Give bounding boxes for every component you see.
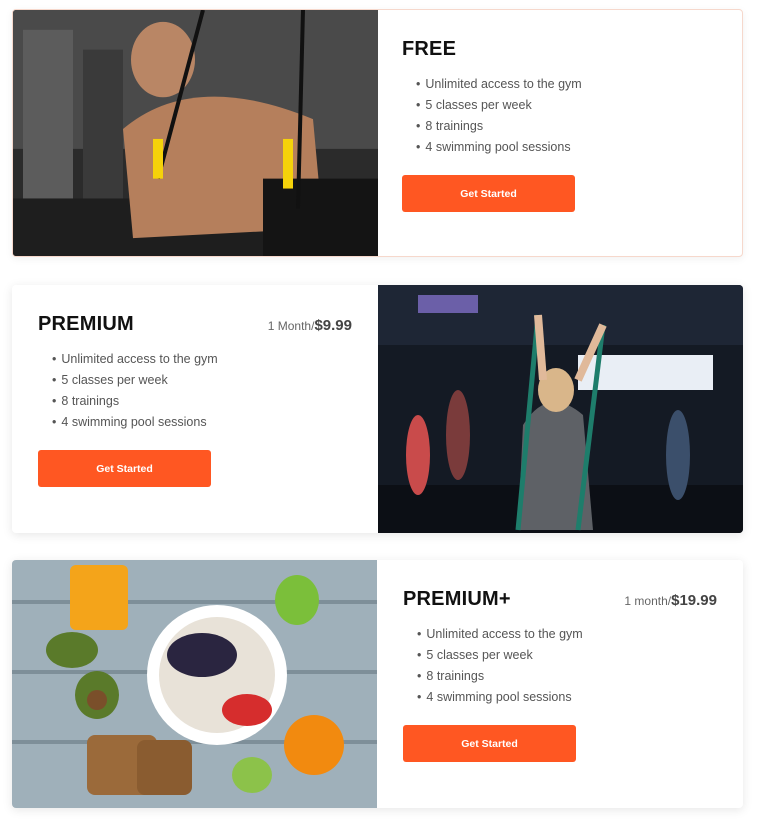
healthy-breakfast-photo [12,560,377,808]
plan-card-premium-plus: PREMIUM+ 1 month/$19.99 Unlimited access… [12,560,743,808]
feature-item: 8 trainings [416,116,716,137]
plan-content-premium: PREMIUM 1 Month/$9.99 Unlimited access t… [12,285,378,533]
feature-item: 4 swimming pool sessions [52,412,352,433]
feature-item: 4 swimming pool sessions [416,137,716,158]
get-started-button-premium[interactable]: Get Started [38,450,211,487]
plan-card-free: FREE Unlimited access to the gym 5 class… [12,9,743,257]
plan-card-premium: PREMIUM 1 Month/$9.99 Unlimited access t… [12,285,743,533]
feature-item: 5 classes per week [52,370,352,391]
plan-price: 1 month/$19.99 [624,592,717,609]
get-started-button-free[interactable]: Get Started [402,175,575,212]
get-started-button-premium-plus[interactable]: Get Started [403,725,576,762]
plan-price: 1 Month/$9.99 [268,317,352,334]
trx-workout-photo [13,10,378,256]
feature-item: Unlimited access to the gym [52,349,352,370]
price-period: 1 month/ [624,594,672,608]
feature-item: 5 classes per week [417,645,717,666]
feature-item: 4 swimming pool sessions [417,687,717,708]
plan-title: PREMIUM [38,313,134,335]
price-amount: $19.99 [671,592,717,609]
feature-item: 8 trainings [52,391,352,412]
plan-title: PREMIUM+ [403,588,511,610]
feature-list: Unlimited access to the gym 5 classes pe… [403,624,717,708]
plan-content-premium-plus: PREMIUM+ 1 month/$19.99 Unlimited access… [377,560,743,808]
group-fitness-class-photo [378,285,743,533]
feature-list: Unlimited access to the gym 5 classes pe… [38,349,352,433]
plan-content-free: FREE Unlimited access to the gym 5 class… [376,10,742,256]
feature-list: Unlimited access to the gym 5 classes pe… [402,74,716,158]
feature-item: Unlimited access to the gym [417,624,717,645]
feature-item: Unlimited access to the gym [416,74,716,95]
plan-title: FREE [402,38,457,60]
feature-item: 5 classes per week [416,95,716,116]
price-amount: $9.99 [314,317,352,334]
feature-item: 8 trainings [417,666,717,687]
price-period: 1 Month/ [267,319,315,333]
